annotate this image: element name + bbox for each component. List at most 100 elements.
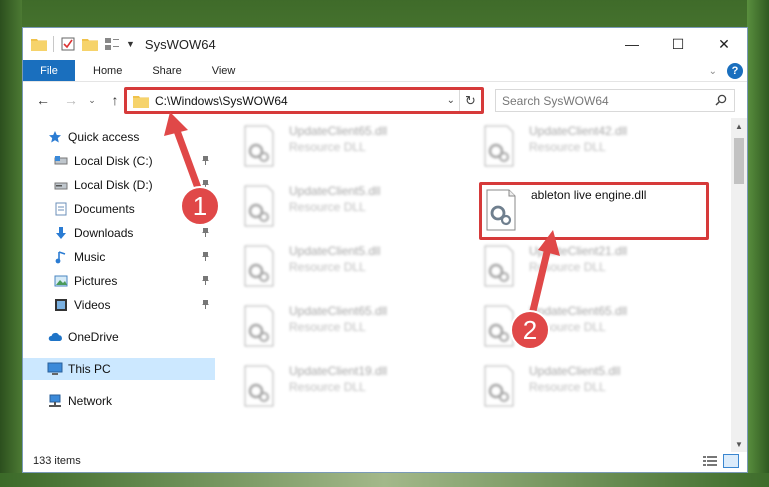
pin-icon[interactable] bbox=[201, 228, 210, 237]
window-title: SysWOW64 bbox=[144, 36, 216, 52]
window-controls: — ☐ ✕ bbox=[609, 28, 747, 60]
file-type: Resource DLL bbox=[529, 380, 606, 394]
cloud-icon bbox=[47, 329, 63, 345]
search-input[interactable]: Search SysWOW64 bbox=[495, 89, 735, 112]
sidebar-item-label: Documents bbox=[74, 202, 135, 216]
download-icon bbox=[53, 225, 69, 241]
list-item[interactable]: UpdateClient5.dll Resource DLL bbox=[223, 180, 453, 236]
dll-file-icon bbox=[481, 304, 517, 348]
file-type: Resource DLL bbox=[289, 200, 366, 214]
sidebar-item-label: Quick access bbox=[68, 130, 140, 144]
refresh-icon[interactable]: ↻ bbox=[459, 90, 481, 111]
address-path[interactable]: C:\Windows\SysWOW64 bbox=[155, 94, 288, 108]
desktop-background-right bbox=[747, 0, 769, 487]
folder-icon bbox=[31, 36, 47, 52]
content-area: Quick access Local Disk (C:) Local Disk … bbox=[23, 118, 747, 452]
sidebar-item-videos[interactable]: Videos bbox=[53, 294, 215, 316]
pin-icon[interactable] bbox=[201, 180, 210, 189]
large-icons-view-icon[interactable] bbox=[723, 454, 739, 468]
quick-access-separator bbox=[53, 36, 54, 52]
sidebar-item-this-pc[interactable]: This PC bbox=[23, 358, 215, 380]
file-name: UpdateClient5.dll bbox=[289, 244, 381, 258]
sidebar-item-music[interactable]: Music bbox=[53, 246, 215, 268]
list-item[interactable]: UpdateClient65.dll Resource DLL bbox=[223, 120, 453, 176]
status-bar: 133 items bbox=[23, 450, 747, 472]
file-type: Resource DLL bbox=[289, 260, 366, 274]
file-type: Resource DLL bbox=[529, 260, 606, 274]
sidebar-item-label: Downloads bbox=[74, 226, 134, 240]
recent-locations-chevron-icon[interactable]: ⌄ bbox=[85, 90, 99, 110]
sidebar-item-downloads[interactable]: Downloads bbox=[53, 222, 215, 244]
file-name: UpdateClient42.dll bbox=[529, 124, 628, 138]
explorer-window: ▼ SysWOW64 — ☐ ✕ File Home Share View ⌄ … bbox=[22, 27, 748, 473]
sidebar-item-quick-access[interactable]: Quick access bbox=[47, 126, 215, 148]
address-bar[interactable]: C:\Windows\SysWOW64 ⌄ ↻ bbox=[126, 89, 482, 112]
sidebar-item-documents[interactable]: Documents bbox=[53, 198, 215, 220]
file-name: UpdateClient5.dll bbox=[529, 364, 621, 378]
pictures-icon bbox=[53, 273, 69, 289]
documents-icon bbox=[53, 201, 69, 217]
pin-icon[interactable] bbox=[201, 300, 210, 309]
pin-icon[interactable] bbox=[201, 276, 210, 285]
address-dropdown-chevron-icon[interactable]: ⌄ bbox=[447, 95, 455, 106]
sidebar-item-label: OneDrive bbox=[68, 330, 119, 344]
close-button[interactable]: ✕ bbox=[701, 28, 747, 60]
pin-icon[interactable] bbox=[201, 156, 210, 165]
forward-arrow-icon[interactable]: → bbox=[61, 90, 81, 110]
pin-icon[interactable] bbox=[201, 252, 210, 261]
file-type: Resource DLL bbox=[289, 320, 366, 334]
tab-share[interactable]: Share bbox=[137, 60, 196, 81]
dll-file-icon bbox=[241, 184, 277, 228]
sidebar-item-local-disk-c[interactable]: Local Disk (C:) bbox=[53, 150, 215, 172]
sidebar-item-network[interactable]: Network bbox=[47, 390, 215, 412]
list-item[interactable]: UpdateClient21.dll Resource DLL bbox=[463, 240, 693, 296]
list-item[interactable]: UpdateClient65.dll Resource DLL bbox=[463, 300, 693, 356]
dll-file-icon bbox=[481, 124, 517, 168]
list-item[interactable]: UpdateClient42.dll Resource DLL bbox=[463, 120, 693, 176]
dll-file-icon bbox=[241, 124, 277, 168]
list-item[interactable]: UpdateClient19.dll Resource DLL bbox=[223, 360, 453, 416]
tab-home[interactable]: Home bbox=[75, 60, 137, 81]
file-name: UpdateClient65.dll bbox=[289, 124, 388, 138]
tab-file[interactable]: File bbox=[23, 60, 75, 81]
search-icon[interactable] bbox=[715, 94, 727, 106]
customize-quick-access-chevron-icon[interactable]: ▼ bbox=[126, 39, 135, 49]
ribbon-right: ⌄ ? bbox=[709, 63, 743, 79]
item-count: 133 items bbox=[33, 455, 81, 467]
details-view-icon[interactable] bbox=[703, 455, 717, 467]
ribbon-tabs: File Home Share View ⌄ ? bbox=[23, 60, 747, 82]
sidebar-item-label: Music bbox=[74, 250, 106, 264]
star-icon bbox=[47, 129, 63, 145]
vertical-scrollbar[interactable]: ▲ ▼ bbox=[731, 118, 747, 452]
dll-file-icon bbox=[241, 364, 277, 408]
file-name: UpdateClient5.dll bbox=[289, 184, 381, 198]
sidebar-item-label: This PC bbox=[68, 362, 111, 376]
title-bar[interactable]: ▼ SysWOW64 — ☐ ✕ bbox=[23, 28, 747, 60]
new-folder-icon[interactable] bbox=[82, 36, 98, 52]
expand-ribbon-chevron-icon[interactable]: ⌄ bbox=[709, 66, 717, 77]
up-arrow-icon[interactable]: ↑ bbox=[105, 90, 125, 110]
sidebar-item-onedrive[interactable]: OneDrive bbox=[47, 326, 215, 348]
properties-icon[interactable] bbox=[60, 36, 76, 52]
list-item[interactable]: UpdateClient5.dll Resource DLL bbox=[223, 240, 453, 296]
file-list: UpdateClient65.dll Resource DLL UpdateCli… bbox=[223, 118, 733, 452]
list-item[interactable]: UpdateClient5.dll Resource DLL bbox=[463, 360, 693, 416]
dll-file-icon bbox=[481, 364, 517, 408]
list-item[interactable]: UpdateClient65.dll Resource DLL bbox=[223, 300, 453, 356]
maximize-button[interactable]: ☐ bbox=[655, 28, 701, 60]
list-item-ableton-live-engine[interactable]: ableton live engine.dll bbox=[483, 184, 703, 240]
help-icon[interactable]: ? bbox=[727, 63, 743, 79]
sidebar-item-pictures[interactable]: Pictures bbox=[53, 270, 215, 292]
navigation-pane: Quick access Local Disk (C:) Local Disk … bbox=[23, 118, 215, 452]
dll-file-icon bbox=[241, 244, 277, 288]
sidebar-item-local-disk-d[interactable]: Local Disk (D:) bbox=[53, 174, 215, 196]
minimize-button[interactable]: — bbox=[609, 28, 655, 60]
back-arrow-icon[interactable]: ← bbox=[33, 90, 53, 110]
pin-icon[interactable] bbox=[201, 204, 210, 213]
scroll-up-arrow-icon[interactable]: ▲ bbox=[731, 118, 747, 134]
view-options-icon[interactable] bbox=[104, 36, 120, 52]
sidebar-item-label: Local Disk (D:) bbox=[74, 178, 153, 192]
scrollbar-thumb[interactable] bbox=[734, 138, 744, 184]
tab-view[interactable]: View bbox=[197, 60, 251, 81]
search-placeholder: Search SysWOW64 bbox=[502, 93, 609, 108]
